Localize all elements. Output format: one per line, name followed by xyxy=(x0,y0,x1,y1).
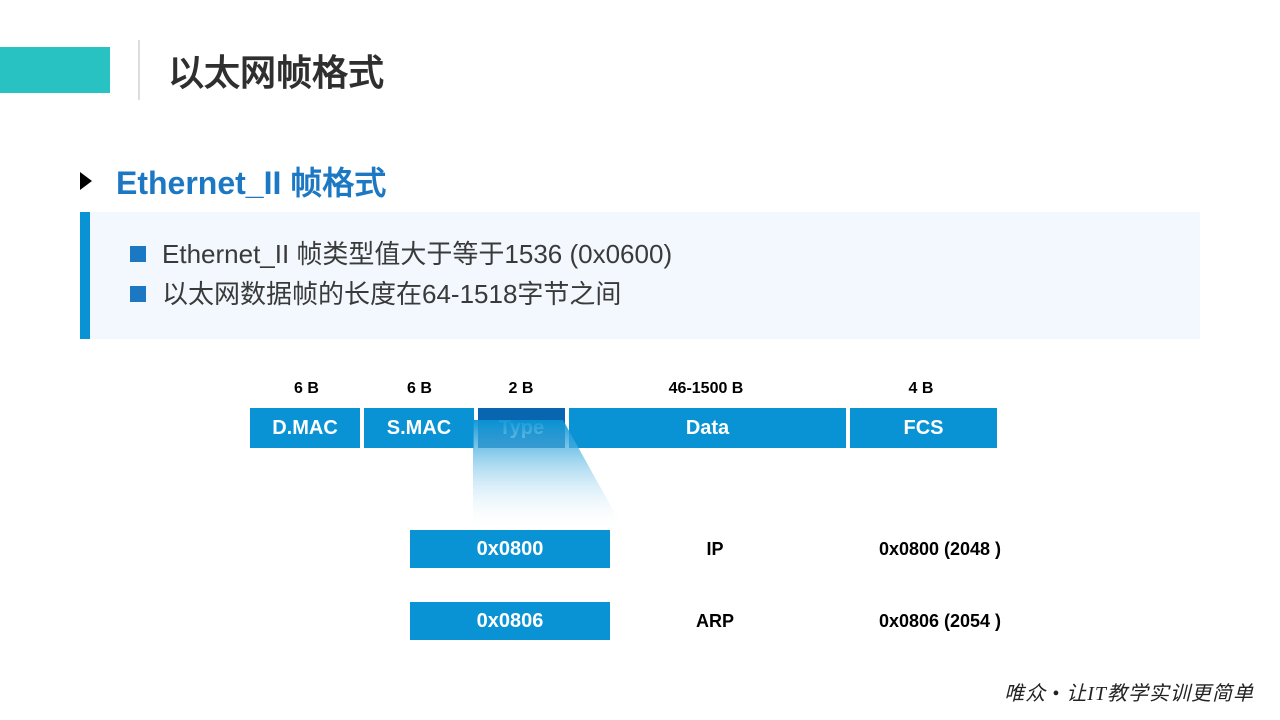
info-text-2: 以太网数据帧的长度在64-1518字节之间 xyxy=(162,274,621,314)
type-proto-arp: ARP xyxy=(650,611,780,632)
slide-header: 以太网帧格式 xyxy=(0,40,1280,100)
slide-subtitle: Ethernet_II 帧格式 xyxy=(116,158,386,204)
type-proto-ip: IP xyxy=(650,539,780,560)
byte-label-fcs: 4 B xyxy=(846,380,996,398)
byte-label-smac: 6 B xyxy=(363,380,476,398)
accent-block xyxy=(0,47,110,93)
byte-label-dmac: 6 B xyxy=(250,380,363,398)
cell-smac: S.MAC xyxy=(364,408,474,448)
frame-diagram: 6 B 6 B 2 B 46-1500 B 4 B D.MAC S.MAC Ty… xyxy=(250,380,1030,448)
type-breakdown: 0x0800 IP 0x0800 (2048 ) 0x0806 ARP 0x08… xyxy=(410,530,1110,674)
byte-label-data: 46-1500 B xyxy=(566,380,846,398)
arrow-icon xyxy=(80,172,92,190)
type-hex-ip: 0x0800 xyxy=(410,530,610,568)
type-hex-arp: 0x0806 xyxy=(410,602,610,640)
square-bullet-icon xyxy=(130,246,146,262)
slide-title: 以太网帧格式 xyxy=(168,44,384,96)
cell-fcs: FCS xyxy=(850,408,997,448)
cell-dmac: D.MAC xyxy=(250,408,360,448)
byte-label-type: 2 B xyxy=(476,380,566,398)
info-item-2: 以太网数据帧的长度在64-1518字节之间 xyxy=(130,274,1170,314)
type-decimal-ip: 0x0800 (2048 ) xyxy=(840,539,1040,560)
info-text-1: Ethernet_II 帧类型值大于等于1536 (0x0600) xyxy=(162,234,672,274)
byte-label-row: 6 B 6 B 2 B 46-1500 B 4 B xyxy=(250,380,1030,398)
info-panel: Ethernet_II 帧类型值大于等于1536 (0x0600) 以太网数据帧… xyxy=(80,212,1200,339)
footer-brand: 唯众 • 让IT教学实训更简单 xyxy=(1004,677,1254,706)
type-row-ip: 0x0800 IP 0x0800 (2048 ) xyxy=(410,530,1110,568)
info-item-1: Ethernet_II 帧类型值大于等于1536 (0x0600) xyxy=(130,234,1170,274)
type-row-arp: 0x0806 ARP 0x0806 (2054 ) xyxy=(410,602,1110,640)
square-bullet-icon xyxy=(130,286,146,302)
type-decimal-arp: 0x0806 (2054 ) xyxy=(840,611,1040,632)
subtitle-row: Ethernet_II 帧格式 xyxy=(80,158,386,204)
title-divider xyxy=(138,40,168,100)
